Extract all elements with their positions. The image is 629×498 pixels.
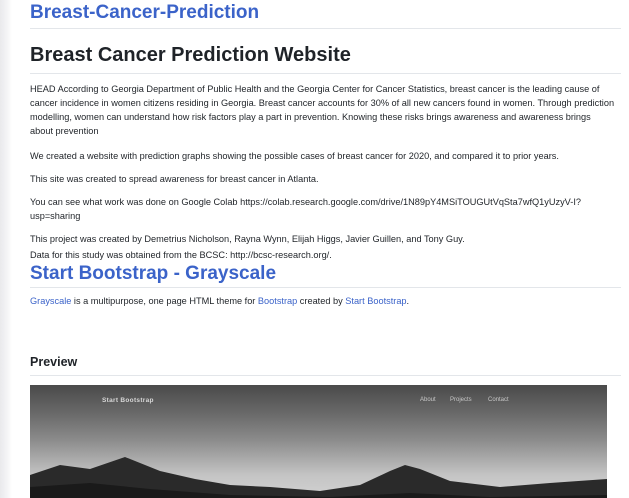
readme-page: Breast-Cancer-Prediction Breast Cancer P…: [12, 0, 629, 498]
preview-heading: Preview: [30, 355, 78, 369]
preview-nav-projects: Projects: [450, 397, 472, 403]
bootstrap-link[interactable]: Bootstrap: [258, 296, 297, 306]
desc-text: is a multipurpose, one page HTML theme f…: [71, 296, 258, 306]
data-source-paragraph: Data for this study was obtained from th…: [30, 250, 332, 260]
awareness-paragraph: This site was created to spread awarenes…: [30, 174, 319, 184]
grayscale-link[interactable]: Grayscale: [30, 296, 71, 306]
grayscale-description: Grayscale is a multipurpose, one page HT…: [30, 294, 615, 308]
divider: [30, 287, 621, 288]
preview-nav-about: About: [420, 397, 436, 403]
desc-text: created by: [297, 296, 346, 306]
page-shadow: [0, 0, 12, 498]
preview-brand: Start Bootstrap: [102, 397, 154, 404]
divider: [30, 375, 621, 376]
divider: [30, 28, 621, 29]
divider: [30, 73, 621, 74]
website-paragraph: We created a website with prediction gra…: [30, 151, 559, 161]
intro-paragraph: HEAD According to Georgia Department of …: [30, 84, 615, 136]
preview-image: Start Bootstrap About Projects Contact: [30, 385, 607, 498]
authors-paragraph: This project was created by Demetrius Ni…: [30, 234, 465, 244]
start-bootstrap-link[interactable]: Start Bootstrap: [345, 296, 406, 306]
colab-paragraph: You can see what work was done on Google…: [30, 197, 582, 221]
desc-text: .: [406, 296, 410, 306]
page-title: Breast Cancer Prediction Website: [30, 44, 351, 66]
section-heading: Start Bootstrap - Grayscale: [30, 263, 277, 284]
preview-nav-contact: Contact: [488, 397, 509, 403]
repo-title[interactable]: Breast-Cancer-Prediction: [30, 2, 259, 24]
mountain-landscape: [30, 457, 607, 498]
